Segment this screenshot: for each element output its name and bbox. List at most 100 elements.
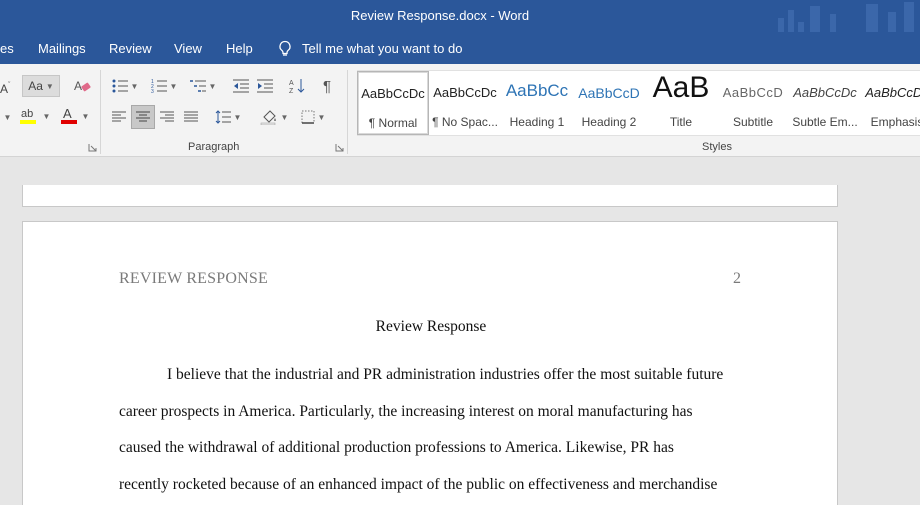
style-normal[interactable]: AaBbCcDc ¶ Normal	[357, 71, 429, 135]
align-left-icon	[112, 111, 126, 122]
styles-group-label: Styles	[702, 141, 732, 153]
chevron-down-icon: ▼	[45, 81, 54, 91]
style-name: Heading 2	[581, 115, 637, 129]
chevron-down-icon: ▼	[280, 112, 289, 122]
svg-text:A: A	[63, 106, 72, 121]
show-formatting-marks-button[interactable]: ¶	[316, 75, 338, 97]
ribbon: Aˇ Aa ▼ A ▼ ab ▼ A ▼ ▼ 1 2 3 ▼ ▼ AZ ¶ ▼ …	[0, 64, 920, 157]
decrease-indent-icon	[233, 79, 249, 93]
chevron-down-icon: ▼	[233, 112, 242, 122]
clear-formatting-button[interactable]: A	[72, 75, 94, 97]
ribbon-separator	[100, 70, 101, 154]
tell-me-box[interactable]: Tell me what you want to do	[278, 40, 462, 56]
style-preview: AaBbCcDc	[361, 86, 425, 101]
line-spacing-icon	[215, 110, 231, 124]
change-case-button[interactable]: Aa ▼	[22, 75, 60, 97]
align-right-button[interactable]	[157, 106, 177, 128]
align-right-icon	[160, 111, 174, 122]
align-center-icon	[136, 111, 150, 122]
justify-button[interactable]	[181, 106, 201, 128]
clear-formatting-icon: A	[74, 79, 91, 93]
borders-button[interactable]: ▼	[296, 106, 330, 128]
font-color-button[interactable]: A ▼	[56, 105, 92, 127]
svg-text:ab: ab	[21, 108, 33, 120]
svg-text:A: A	[289, 80, 294, 87]
change-case-label: Aa	[28, 79, 43, 93]
bullets-button[interactable]: ▼	[109, 75, 141, 97]
tab-review[interactable]: Review	[109, 41, 152, 56]
multilevel-list-icon	[189, 80, 206, 92]
previous-page-bottom	[22, 185, 838, 207]
style-heading-2[interactable]: AaBbCcD Heading 2	[573, 71, 645, 135]
body-paragraph: I believe that the industrial and PR adm…	[119, 366, 759, 505]
style-no-spacing[interactable]: AaBbCcDc ¶ No Spac...	[429, 71, 501, 135]
lightbulb-icon	[278, 40, 292, 56]
font-dialog-launcher-icon[interactable]	[88, 143, 97, 152]
document-title: Review Response	[375, 318, 487, 335]
style-name: Subtitle	[732, 115, 774, 129]
style-subtitle[interactable]: AaBbCcD Subtitle	[717, 71, 789, 135]
font-size-increase-button[interactable]: Aˇ	[0, 77, 12, 99]
paragraph-dialog-launcher-icon[interactable]	[335, 143, 344, 152]
style-heading-1[interactable]: AaBbCc Heading 1	[501, 71, 573, 135]
style-name: Heading 1	[509, 115, 565, 129]
chevron-down-icon: ▼	[169, 81, 178, 91]
style-preview: AaBbCcD	[722, 85, 784, 100]
line-spacing-button[interactable]: ▼	[212, 106, 244, 128]
tell-me-label: Tell me what you want to do	[302, 40, 463, 56]
font-dropdown-button[interactable]: ▼	[0, 106, 12, 128]
paragraph-line: recently rocketed because of an enhanced…	[119, 475, 718, 493]
style-emphasis[interactable]: AaBbCcDc Emphasis	[861, 71, 920, 135]
sort-icon: AZ	[289, 79, 305, 94]
chevron-down-icon: ▼	[42, 111, 51, 121]
style-name: ¶ No Spac...	[432, 115, 498, 129]
align-center-button[interactable]	[131, 105, 155, 129]
style-name: ¶ Normal	[368, 116, 418, 130]
title-bar: Review Response.docx - Word	[0, 0, 920, 40]
style-title[interactable]: AaB Title	[645, 71, 717, 135]
paragraph-line: career prospects in America. Particularl…	[119, 402, 693, 420]
window-title: Review Response.docx - Word	[350, 8, 530, 23]
ribbon-separator	[347, 70, 348, 154]
style-name: Title	[669, 115, 693, 129]
tab-view[interactable]: View	[174, 41, 202, 56]
style-subtle-emphasis[interactable]: AaBbCcDc Subtle Em...	[789, 71, 861, 135]
styles-gallery: AaBbCcDc ¶ Normal AaBbCcDc ¶ No Spac... …	[357, 70, 920, 136]
tab-help[interactable]: Help	[226, 41, 253, 56]
align-left-button[interactable]	[109, 106, 129, 128]
running-header: REVIEW RESPONSE	[119, 270, 268, 287]
multilevel-list-button[interactable]: ▼	[187, 75, 219, 97]
highlight-color-button[interactable]: ab ▼	[16, 105, 52, 127]
svg-text:A: A	[74, 79, 82, 93]
numbering-icon: 123	[151, 79, 167, 93]
chevron-down-icon: ▼	[208, 81, 217, 91]
paragraph-line: I believe that the industrial and PR adm…	[167, 366, 724, 383]
shading-button[interactable]: ▼	[256, 106, 292, 128]
font-color-icon: A	[60, 106, 77, 124]
justify-icon	[184, 111, 198, 122]
highlighter-icon: ab	[19, 108, 36, 124]
style-preview: AaBbCc	[505, 81, 569, 100]
style-preview: AaBbCcDc	[793, 85, 857, 100]
ribbon-tabs: es Mailings Review View Help Tell me wha…	[0, 32, 920, 64]
svg-text:3: 3	[151, 89, 154, 93]
paragraph-group-label: Paragraph	[188, 141, 240, 153]
style-name: Subtle Em...	[792, 115, 858, 129]
increase-indent-button[interactable]	[254, 75, 276, 97]
numbering-button[interactable]: 1 2 3 ▼	[148, 75, 180, 97]
decrease-indent-button[interactable]	[230, 75, 252, 97]
style-preview: AaBbCcD	[578, 85, 640, 101]
increase-indent-icon	[257, 79, 273, 93]
tab-mailings[interactable]: Mailings	[38, 41, 86, 56]
sort-button[interactable]: AZ	[286, 75, 308, 97]
document-page[interactable]: REVIEW RESPONSE 2 Review Response I beli…	[22, 221, 838, 505]
paint-bucket-icon	[260, 110, 276, 125]
tab-references[interactable]: es	[0, 41, 14, 56]
pilcrow-icon: ¶	[322, 77, 332, 95]
chevron-down-icon: ▼	[81, 111, 90, 121]
style-name: Emphasis	[870, 115, 920, 129]
svg-text:ˇ: ˇ	[8, 82, 11, 89]
svg-text:Z: Z	[289, 88, 294, 94]
style-preview: AaBbCcDc	[433, 85, 497, 100]
page-number: 2	[733, 270, 741, 287]
